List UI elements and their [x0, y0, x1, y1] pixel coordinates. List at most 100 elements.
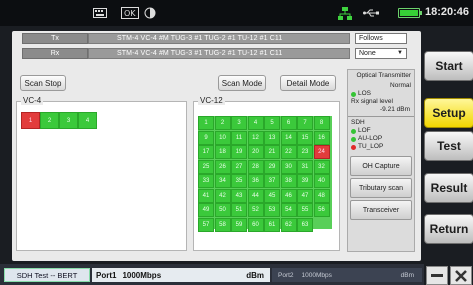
- vc12-cell[interactable]: 44: [247, 188, 264, 203]
- vc12-cell[interactable]: 34: [214, 174, 231, 188]
- vc12-cell[interactable]: 20: [247, 145, 264, 159]
- vc12-cell[interactable]: 53: [264, 203, 280, 217]
- oh-capture-button[interactable]: OH Capture: [350, 156, 412, 176]
- vc12-cell[interactable]: 28: [247, 159, 264, 174]
- vc12-cell[interactable]: 24: [313, 145, 330, 159]
- vc12-cell[interactable]: 35: [231, 174, 247, 188]
- vc4-cell[interactable]: 3: [59, 112, 78, 129]
- tx-mapping-select[interactable]: Follows: [355, 33, 407, 44]
- detail-mode-button[interactable]: Detail Mode: [280, 75, 336, 91]
- return-button[interactable]: Return: [424, 214, 473, 244]
- vc12-cell[interactable]: 52: [247, 203, 264, 217]
- vc12-cell[interactable]: 49: [198, 203, 214, 217]
- status-bar: OK 18:20:46: [0, 0, 473, 26]
- vc12-cell[interactable]: 11: [231, 130, 247, 145]
- rx-path[interactable]: STM-4 VC-4 #M TUG-3 #1 TUG-2 #1 TU-12 #1…: [88, 48, 350, 59]
- vc12-cell[interactable]: 23: [297, 145, 313, 159]
- vc12-cell[interactable]: 9: [198, 130, 214, 145]
- vc12-cell[interactable]: 10: [214, 130, 231, 145]
- vc12-cell[interactable]: 15: [297, 130, 313, 145]
- vc12-cell[interactable]: 56: [313, 203, 330, 217]
- rx-mapping-select[interactable]: None ▼: [355, 48, 407, 59]
- vc4-panel: VC-4 1234: [16, 96, 187, 251]
- vc12-cell[interactable]: 17: [198, 145, 214, 159]
- vc12-cell[interactable]: 46: [280, 188, 297, 203]
- keyboard-icon[interactable]: [92, 5, 108, 21]
- vc12-cell[interactable]: 50: [214, 203, 231, 217]
- port2-unit: dBm: [400, 271, 414, 279]
- vc12-cell[interactable]: 48: [313, 188, 330, 203]
- battery-icon: [398, 8, 422, 18]
- tx-label[interactable]: Tx: [22, 33, 88, 44]
- vc12-cell[interactable]: 37: [264, 174, 280, 188]
- setup-button[interactable]: Setup: [424, 98, 473, 128]
- scan-stop-button[interactable]: Scan Stop: [20, 75, 66, 91]
- los-indicator: LOS: [348, 90, 414, 98]
- vc12-cell[interactable]: 29: [264, 159, 280, 174]
- status-info-panel: Optical Transmitter Normal LOS Rx signal…: [347, 69, 415, 252]
- vc12-cell[interactable]: 42: [214, 188, 231, 203]
- vc12-cell[interactable]: 40: [313, 174, 330, 188]
- vc12-cell[interactable]: 12: [247, 130, 264, 145]
- vc12-cell[interactable]: 25: [198, 159, 214, 174]
- vc12-cell[interactable]: 32: [313, 159, 330, 174]
- transceiver-button[interactable]: Transceiver: [350, 200, 412, 220]
- vc12-cell[interactable]: 41: [198, 188, 214, 203]
- vc12-cell[interactable]: 51: [231, 203, 247, 217]
- vc12-cell[interactable]: 7: [297, 116, 313, 130]
- vc12-cell[interactable]: 58: [214, 217, 231, 232]
- tributary-scan-button[interactable]: Tributary scan: [350, 178, 412, 198]
- vc12-cell[interactable]: 6: [280, 116, 297, 130]
- vc12-cell[interactable]: 22: [280, 145, 297, 159]
- rx-label[interactable]: Rx: [22, 48, 88, 59]
- vc12-cell[interactable]: 19: [231, 145, 247, 159]
- vc4-cell[interactable]: 4: [78, 112, 97, 129]
- vc12-cell[interactable]: 31: [297, 159, 313, 174]
- vc12-cell[interactable]: 43: [231, 188, 247, 203]
- vc12-cell[interactable]: 2: [214, 116, 231, 130]
- vc12-cell[interactable]: 16: [313, 130, 330, 145]
- vc4-cell[interactable]: 2: [40, 112, 59, 129]
- rx-mapping-value: None: [359, 50, 376, 57]
- vc12-cell[interactable]: 13: [264, 130, 280, 145]
- start-button[interactable]: Start: [424, 51, 473, 81]
- vc12-cell[interactable]: 45: [264, 188, 280, 203]
- led-icon: [351, 128, 356, 134]
- vc12-cell[interactable]: 14: [280, 130, 297, 145]
- screenshot-icon[interactable]: OK: [120, 5, 140, 21]
- vc12-cell[interactable]: 26: [214, 159, 231, 174]
- tx-path[interactable]: STM-4 VC-4 #M TUG-3 #1 TUG-2 #1 TU-12 #1…: [88, 33, 350, 44]
- vc12-cell[interactable]: 60: [247, 217, 264, 232]
- vc12-cell[interactable]: 62: [280, 217, 297, 232]
- vc12-cell[interactable]: 21: [264, 145, 280, 159]
- vc12-cell[interactable]: 59: [231, 217, 247, 232]
- close-button[interactable]: [450, 266, 472, 285]
- vc12-cell[interactable]: 55: [297, 203, 313, 217]
- vc12-cell[interactable]: 5: [264, 116, 280, 130]
- vc12-cell[interactable]: 54: [280, 203, 297, 217]
- port2-status: Port2 1000Mbps dBm: [272, 268, 422, 282]
- vc12-cell[interactable]: 1: [198, 116, 214, 130]
- vc12-cell[interactable]: 4: [247, 116, 264, 130]
- result-button[interactable]: Result: [424, 173, 473, 203]
- scan-mode-button[interactable]: Scan Mode: [218, 75, 266, 91]
- vc12-cell[interactable]: 63: [297, 217, 313, 232]
- vc12-cell[interactable]: 8: [313, 116, 330, 130]
- vc12-cell[interactable]: 27: [231, 159, 247, 174]
- vc12-cell[interactable]: 38: [280, 174, 297, 188]
- test-button[interactable]: Test: [424, 131, 473, 161]
- vc4-cell[interactable]: 1: [21, 112, 40, 129]
- vc12-cell[interactable]: 30: [280, 159, 297, 174]
- contrast-icon[interactable]: [143, 5, 157, 21]
- vc12-cell[interactable]: 39: [297, 174, 313, 188]
- vc12-cell[interactable]: 47: [297, 188, 313, 203]
- minimize-button[interactable]: [426, 266, 448, 285]
- vc12-cell[interactable]: 33: [198, 174, 214, 188]
- vc12-cell[interactable]: 61: [264, 217, 280, 232]
- vc12-cell[interactable]: 18: [214, 145, 231, 159]
- vc12-cell[interactable]: 36: [247, 174, 264, 188]
- vc12-cell[interactable]: 3: [231, 116, 247, 130]
- minimize-icon: [431, 273, 443, 277]
- vc12-cell[interactable]: 57: [198, 217, 214, 232]
- optical-state: Normal: [390, 82, 411, 89]
